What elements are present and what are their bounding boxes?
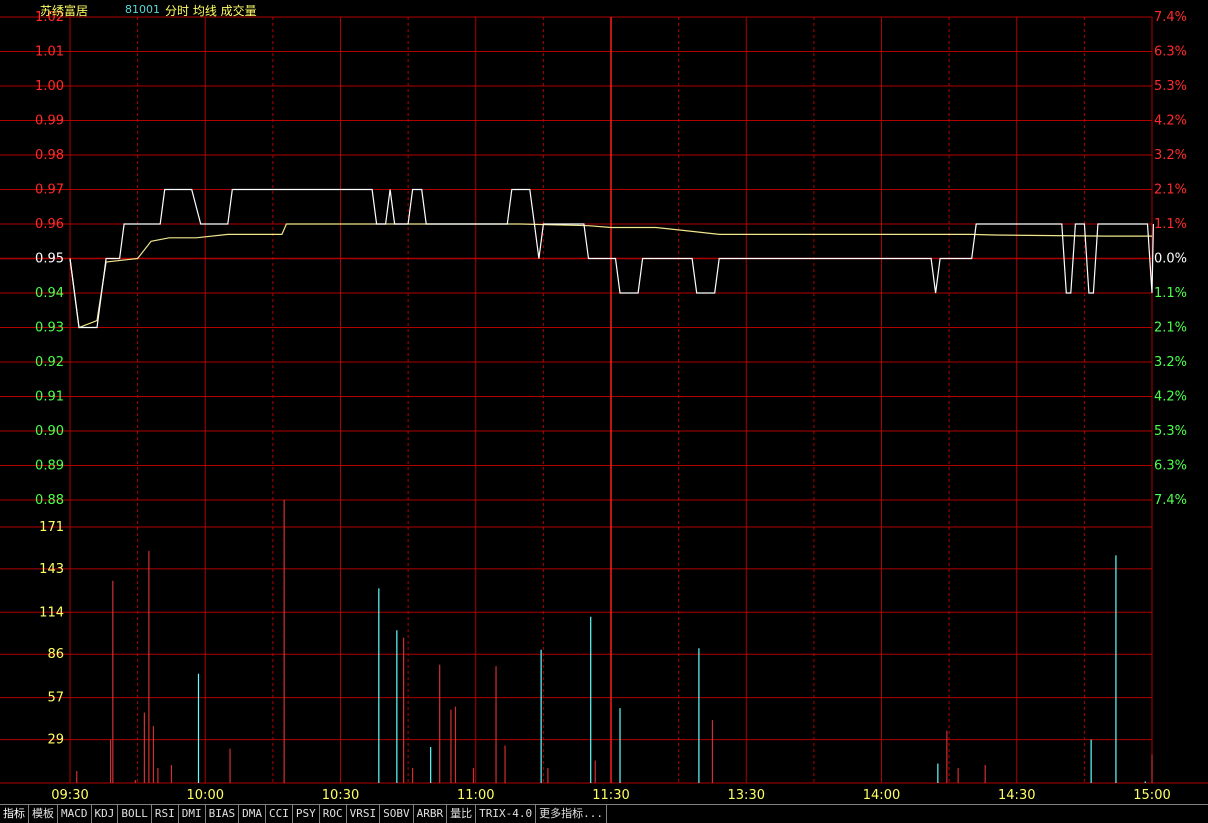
- percent-tick-label: 5.3%: [1154, 79, 1187, 94]
- indicator-tab[interactable]: 量比: [447, 805, 477, 823]
- indicator-tab[interactable]: BIAS: [206, 805, 240, 823]
- volume-tick-label: 57: [47, 691, 64, 706]
- stock-name: 苏绣富居: [40, 4, 89, 18]
- percent-tick-label: 3.2%: [1154, 355, 1187, 370]
- indicator-tab[interactable]: PSY: [293, 805, 320, 823]
- indicator-tab[interactable]: 模板: [29, 805, 58, 823]
- time-tick-label: 10:00: [187, 788, 224, 803]
- price-tick-label: 0.98: [35, 148, 64, 163]
- indicator-tab[interactable]: 更多指标...: [536, 805, 607, 823]
- percent-tick-label: 4.2%: [1154, 390, 1187, 405]
- percent-tick-label: 7.4%: [1154, 10, 1187, 25]
- price-tick-label: 0.92: [35, 355, 64, 370]
- time-tick-label: 14:00: [863, 788, 900, 803]
- indicator-tab[interactable]: BOLL: [118, 805, 152, 823]
- intraday-chart[interactable]: 1.021.011.000.990.980.970.960.950.940.93…: [0, 0, 1208, 804]
- volume-tick-label: 171: [39, 520, 64, 535]
- volume-tick-label: 29: [47, 733, 64, 748]
- indicator-tab[interactable]: ARBR: [414, 805, 448, 823]
- time-tick-label: 11:00: [457, 788, 494, 803]
- price-tick-label: 0.96: [35, 217, 64, 232]
- time-axis: 09:30 10:00 10:30 11:00 11:30 13:30 14:00 14:30…: [51, 788, 1170, 803]
- percent-tick-label: 3.2%: [1154, 148, 1187, 163]
- chart-legend: 分时 均线 成交量: [165, 4, 257, 18]
- price-tick-label: 0.88: [35, 493, 64, 508]
- percent-tick-label: 0.0%: [1154, 252, 1187, 267]
- price-tick-label: 0.90: [35, 424, 64, 439]
- time-tick-label: 10:30: [322, 788, 359, 803]
- price-tick-label: 1.00: [35, 79, 64, 94]
- percent-tick-label: 1.1%: [1154, 217, 1187, 232]
- indicator-tab[interactable]: CCI: [266, 805, 293, 823]
- chart-grid: [0, 16, 1208, 784]
- time-tick-label: 14:30: [998, 788, 1035, 803]
- time-tick-label: 15:00: [1133, 788, 1170, 803]
- percent-axis: 7.4% 6.3% 5.3% 4.2% 3.2% 2.1% 1.1% 0.0% 1.1% 2.1%…: [1154, 10, 1187, 508]
- percent-tick-label: 6.3%: [1154, 45, 1187, 60]
- indicator-tab[interactable]: DMA: [239, 805, 266, 823]
- indicator-tab[interactable]: DMI: [179, 805, 206, 823]
- time-tick-label: 11:30: [592, 788, 629, 803]
- price-tick-label: 0.93: [35, 321, 64, 336]
- stock-code: 81001: [125, 3, 160, 16]
- indicator-tab[interactable]: VRSI: [347, 805, 381, 823]
- percent-tick-label: 1.1%: [1154, 286, 1187, 301]
- price-tick-label: 0.89: [35, 459, 64, 474]
- time-tick-label: 13:30: [728, 788, 765, 803]
- price-tick-label: 0.91: [35, 390, 64, 405]
- percent-tick-label: 5.3%: [1154, 424, 1187, 439]
- indicator-tab[interactable]: ROC: [320, 805, 347, 823]
- price-tick-label: 0.97: [35, 183, 64, 198]
- indicator-tab[interactable]: SOBV: [380, 805, 414, 823]
- price-tick-label: 1.01: [35, 45, 64, 60]
- price-tick-label: 0.94: [35, 286, 64, 301]
- indicator-tab[interactable]: MACD: [58, 805, 92, 823]
- indicator-tab[interactable]: 指标: [0, 805, 29, 823]
- indicator-tab[interactable]: RSI: [152, 805, 179, 823]
- time-tick-label: 09:30: [51, 788, 88, 803]
- percent-tick-label: 4.2%: [1154, 114, 1187, 129]
- indicator-tab-bar: 指标 模板 MACD KDJ BOLL RSI DMI BIAS DMA CCI PSY ROC VRS…: [0, 804, 1208, 823]
- volume-tick-label: 86: [47, 647, 64, 662]
- volume-axis: 171 143 114 86 57 29: [39, 520, 64, 748]
- volume-tick-label: 114: [39, 605, 64, 620]
- percent-tick-label: 6.3%: [1154, 459, 1187, 474]
- price-tick-label: 0.99: [35, 114, 64, 129]
- price-axis: 1.021.011.000.990.980.970.960.950.940.93…: [35, 10, 64, 508]
- percent-tick-label: 2.1%: [1154, 321, 1187, 336]
- volume-bars: [76, 500, 1153, 783]
- indicator-tab[interactable]: KDJ: [92, 805, 119, 823]
- volume-tick-label: 143: [39, 562, 64, 577]
- indicator-tab[interactable]: TRIX-4.0: [476, 805, 537, 823]
- percent-tick-label: 7.4%: [1154, 493, 1187, 508]
- percent-tick-label: 2.1%: [1154, 183, 1187, 198]
- price-tick-label: 0.95: [35, 252, 64, 267]
